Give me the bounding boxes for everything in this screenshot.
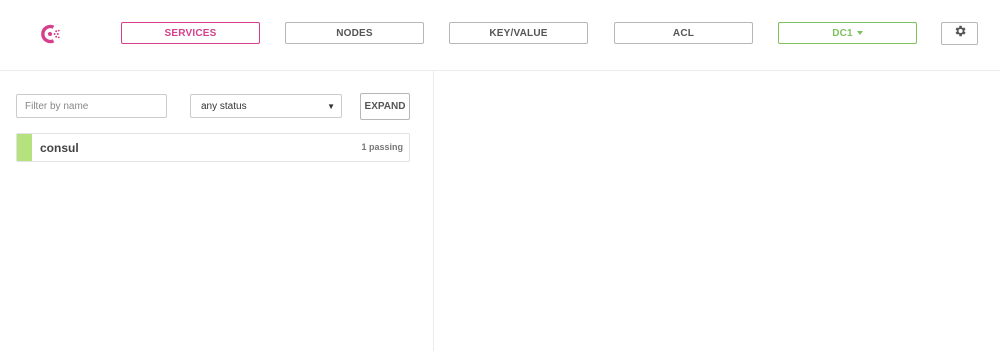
service-row-consul[interactable]: consul 1 passing (16, 133, 410, 162)
consul-logo-icon[interactable] (39, 22, 63, 46)
status-filter-select[interactable]: any status ▼ (190, 94, 342, 118)
column-divider (433, 71, 434, 351)
service-checks-summary: 1 passing (361, 142, 403, 152)
dropdown-arrow-icon: ▼ (327, 102, 335, 111)
status-filter-value: any status (201, 100, 247, 112)
datacenter-label: DC1 (832, 27, 853, 39)
passing-status-bar (17, 134, 32, 161)
service-name: consul (40, 141, 79, 155)
datacenter-dropdown[interactable]: DC1 (778, 22, 917, 44)
settings-button[interactable] (941, 22, 978, 45)
gear-icon (953, 24, 967, 43)
chevron-down-icon (856, 31, 863, 35)
nav-services-button[interactable]: SERVICES (121, 22, 260, 44)
expand-button[interactable]: EXPAND (360, 93, 410, 120)
filter-by-name-input[interactable] (16, 94, 167, 118)
nav-key-value-button[interactable]: KEY/VALUE (449, 22, 588, 44)
nav-nodes-button[interactable]: NODES (285, 22, 424, 44)
top-navigation: SERVICES NODES KEY/VALUE ACL DC1 (0, 0, 1000, 71)
nav-acl-button[interactable]: ACL (614, 22, 753, 44)
